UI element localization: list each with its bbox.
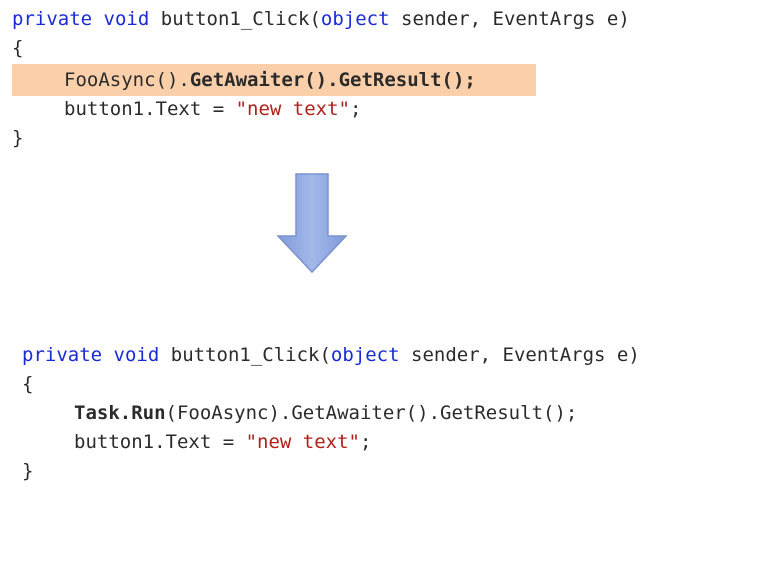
keyword-object: object — [320, 8, 390, 30]
method-name: button1_Click( — [170, 344, 331, 366]
task-run-call: Task.Run — [74, 402, 166, 424]
close-brace: } — [22, 460, 34, 482]
get-awaiter-call: GetAwaiter(). — [189, 69, 339, 91]
method-params: sender, EventArgs e) — [411, 344, 640, 366]
keyword-private: private — [12, 8, 93, 30]
method-signature: private void button1_Click(object sender… — [22, 342, 640, 368]
statement-end: ; — [359, 431, 372, 453]
string-literal: "new text" — [235, 98, 350, 120]
open-brace: { — [12, 37, 24, 59]
blocking-call-line: FooAsync().GetAwaiter().GetResult(); — [64, 67, 476, 93]
keyword-void: void — [103, 8, 150, 30]
task-run-line: Task.Run(FooAsync).GetAwaiter().GetResul… — [74, 400, 577, 426]
foo-async-call: FooAsync(). — [64, 69, 190, 91]
method-signature: private void button1_Click(object sender… — [12, 6, 630, 32]
close-brace: } — [12, 127, 24, 149]
method-name: button1_Click( — [160, 8, 321, 30]
keyword-private: private — [22, 344, 103, 366]
code-before: private void button1_Click(object sender… — [12, 6, 752, 156]
down-arrow-icon — [276, 173, 348, 274]
method-params: sender, EventArgs e) — [401, 8, 630, 30]
assignment-line: button1.Text = "new text"; — [74, 429, 371, 455]
task-run-args: (FooAsync).GetAwaiter().GetResult(); — [165, 402, 578, 424]
open-brace: { — [22, 373, 34, 395]
code-after: private void button1_Click(object sender… — [22, 342, 762, 492]
assignment-target: button1.Text = — [74, 431, 246, 453]
assignment-line: button1.Text = "new text"; — [64, 96, 361, 122]
keyword-void: void — [113, 344, 160, 366]
get-result-call: GetResult(); — [338, 69, 476, 91]
assignment-target: button1.Text = — [64, 98, 236, 120]
string-literal: "new text" — [245, 431, 360, 453]
keyword-object: object — [330, 344, 400, 366]
statement-end: ; — [349, 98, 362, 120]
